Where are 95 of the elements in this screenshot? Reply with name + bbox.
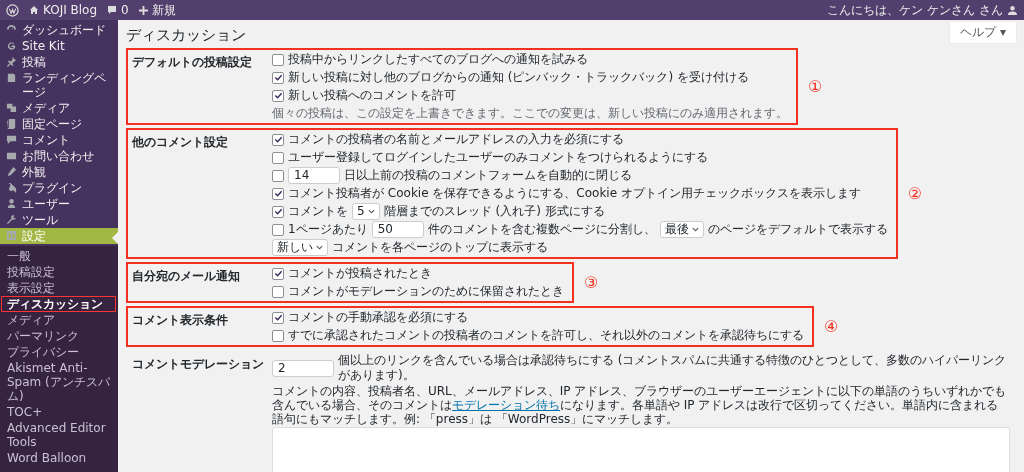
sidebar-item[interactable]: ユーザー: [0, 196, 118, 212]
sidebar-item[interactable]: お問い合わせ: [0, 148, 118, 164]
option-label: 階層までのスレッド (入れ子) 形式にする: [383, 204, 605, 219]
option-label: コメントを各ページのトップに表示する: [332, 240, 548, 255]
new-link[interactable]: 新規: [138, 1, 176, 19]
section-label: 自分宛のメール通知: [132, 268, 241, 285]
description-text: コメントの内容、投稿者名、URL、メールアドレス、IP アドレス、ブラウザーのユーザーエージェントに以下の単語のうちいずれかでも含んでいる場合、そのコメントはモデレーション待ちになります。各単語や IP アドレスは改行で区切ってください。単語内に含まれる語句にもマッチします。例: 「press」は 「WordPress」にマッチします。: [272, 384, 1008, 426]
option-label: 日以上前の投稿のコメントフォームを自動的に閉じる: [344, 168, 632, 183]
checkbox[interactable]: [272, 205, 284, 218]
description-text: 個々の投稿は、この設定を上書きできます。ここでの変更は、新しい投稿にのみ適用されます。: [272, 106, 788, 121]
option-label: コメントが投稿されたとき: [288, 266, 432, 281]
submenu-item[interactable]: 投稿設定: [1, 264, 116, 280]
home-icon: [29, 5, 39, 15]
sidebar-item[interactable]: 投稿: [0, 54, 118, 70]
option-label: コメントの手動承認を必須にする: [288, 310, 468, 325]
section-label: 他のコメント設定: [132, 134, 229, 151]
settings-icon: [6, 230, 17, 241]
brush-icon: [6, 166, 17, 177]
checkbox[interactable]: [272, 151, 284, 164]
pages-icon: [6, 118, 17, 129]
comment-bubble-icon: [6, 134, 17, 145]
annotation-number: ②: [907, 184, 922, 203]
checkbox[interactable]: [272, 223, 284, 236]
submenu-item[interactable]: 表示設定: [1, 280, 116, 296]
comment-bubble-icon: [107, 5, 118, 15]
option-label: 件のコメントを含む複数ページに分割し、: [427, 222, 656, 237]
sidebar-item[interactable]: コメント: [0, 132, 118, 148]
checkbox[interactable]: [272, 53, 284, 66]
section-label: コメント表示条件: [132, 312, 229, 329]
section-label: デフォルトの投稿設定: [132, 54, 253, 71]
wrench-icon: [6, 214, 17, 225]
number-field[interactable]: 50: [371, 221, 424, 238]
annotation-number: ①: [808, 77, 823, 96]
sidebar-item[interactable]: Site Kit: [0, 38, 118, 54]
submenu-item[interactable]: Word Balloon: [1, 450, 116, 466]
option-label: コメントを: [288, 204, 348, 219]
option-label: 新しい投稿に対し他のブログからの通知 (ピンバック・トラックバック) を受け付ける: [288, 70, 749, 85]
sidebar-item[interactable]: プラグイン: [0, 180, 118, 196]
checkbox[interactable]: [272, 71, 284, 84]
dropdown[interactable]: 新しい: [272, 239, 328, 256]
option-label: ユーザー登録してログインしたユーザーのみコメントをつけられるようにする: [288, 150, 708, 165]
user-icon: [1007, 4, 1018, 16]
option-label: 新しい投稿へのコメントを許可: [288, 88, 456, 103]
option-label: コメントがモデレーションのために保留されたとき: [288, 284, 564, 299]
section-label: コメントモデレーション: [132, 356, 265, 373]
sidebar-item[interactable]: メディア: [0, 100, 118, 116]
checkbox[interactable]: [272, 169, 284, 182]
sidebar-item[interactable]: 外観: [0, 164, 118, 180]
number-field[interactable]: 14: [288, 167, 340, 184]
annotation-number: ④: [824, 317, 839, 336]
account-link[interactable]: こんにちは、ケン ケンさん さん: [827, 1, 1018, 19]
help-button[interactable]: ヘルプ ▾: [950, 22, 1016, 43]
submenu-item[interactable]: 一般: [1, 248, 116, 264]
checkbox[interactable]: [272, 187, 284, 200]
dropdown[interactable]: 最後: [659, 221, 704, 238]
option-label: コメントの投稿者の名前とメールアドレスの入力を必須にする: [288, 132, 624, 147]
submenu-item[interactable]: ディスカッション: [1, 296, 116, 312]
chevron-down-icon: [691, 227, 699, 232]
checkbox[interactable]: [272, 89, 284, 102]
sidebar-item[interactable]: 固定ページ: [0, 116, 118, 132]
wordpress-logo-icon[interactable]: [6, 3, 19, 17]
dropdown[interactable]: 5: [352, 203, 380, 220]
checkbox[interactable]: [272, 267, 284, 280]
annotation-number: ③: [584, 273, 599, 292]
number-field[interactable]: 2: [272, 359, 334, 377]
checkbox[interactable]: [272, 311, 284, 324]
user-icon: [6, 198, 17, 209]
chevron-down-icon: [316, 245, 323, 250]
option-label: のページをデフォルトで表示する: [707, 222, 888, 237]
plus-icon: [138, 5, 148, 15]
checkbox[interactable]: [272, 329, 284, 342]
moderation-link[interactable]: モデレーション待ち: [452, 398, 560, 412]
submenu-item[interactable]: メディア: [1, 312, 116, 328]
sidebar-item[interactable]: ダッシュボード: [0, 22, 118, 38]
submenu-item[interactable]: パーマリンク: [1, 328, 116, 344]
option-label: 投稿中からリンクしたすべてのブログへの通知を試みる: [288, 52, 588, 67]
sidebar-item[interactable]: ランディングページ: [0, 70, 118, 100]
submenu-item[interactable]: Advanced Editor Tools: [1, 420, 116, 450]
site-link[interactable]: KOJI Blog: [29, 3, 98, 17]
page-title: ディスカッション: [126, 26, 246, 45]
submenu-item[interactable]: Akismet Anti-Spam (アンチスパム): [1, 360, 116, 404]
option-label: 個以上のリンクを含んでいる場合は承認待ちにする (コメントスパムに共通する特徴のひとつとして、多数のハイパーリンクがあります)。: [338, 353, 1008, 383]
checkbox[interactable]: [272, 133, 284, 146]
submenu-item[interactable]: TOC+: [1, 404, 116, 420]
option-label: 1ページあたり: [288, 222, 368, 237]
letter-g-icon: [6, 40, 17, 51]
option-label: すでに承認されたコメントの投稿者のコメントを許可し、それ以外のコメントを承認待ちにする: [288, 328, 804, 343]
sidebar-item[interactable]: ツール: [0, 212, 118, 228]
comments-link[interactable]: 0: [107, 3, 129, 17]
media-icon: [6, 102, 17, 113]
chevron-down-icon: [367, 209, 375, 214]
pin-icon: [6, 56, 17, 67]
submenu-item[interactable]: プライバシー: [1, 344, 116, 360]
checkbox[interactable]: [272, 285, 284, 298]
option-label: コメント投稿者が Cookie を保存できるようにする、Cookie オプトイン用チェックボックスを表示します: [288, 186, 861, 201]
